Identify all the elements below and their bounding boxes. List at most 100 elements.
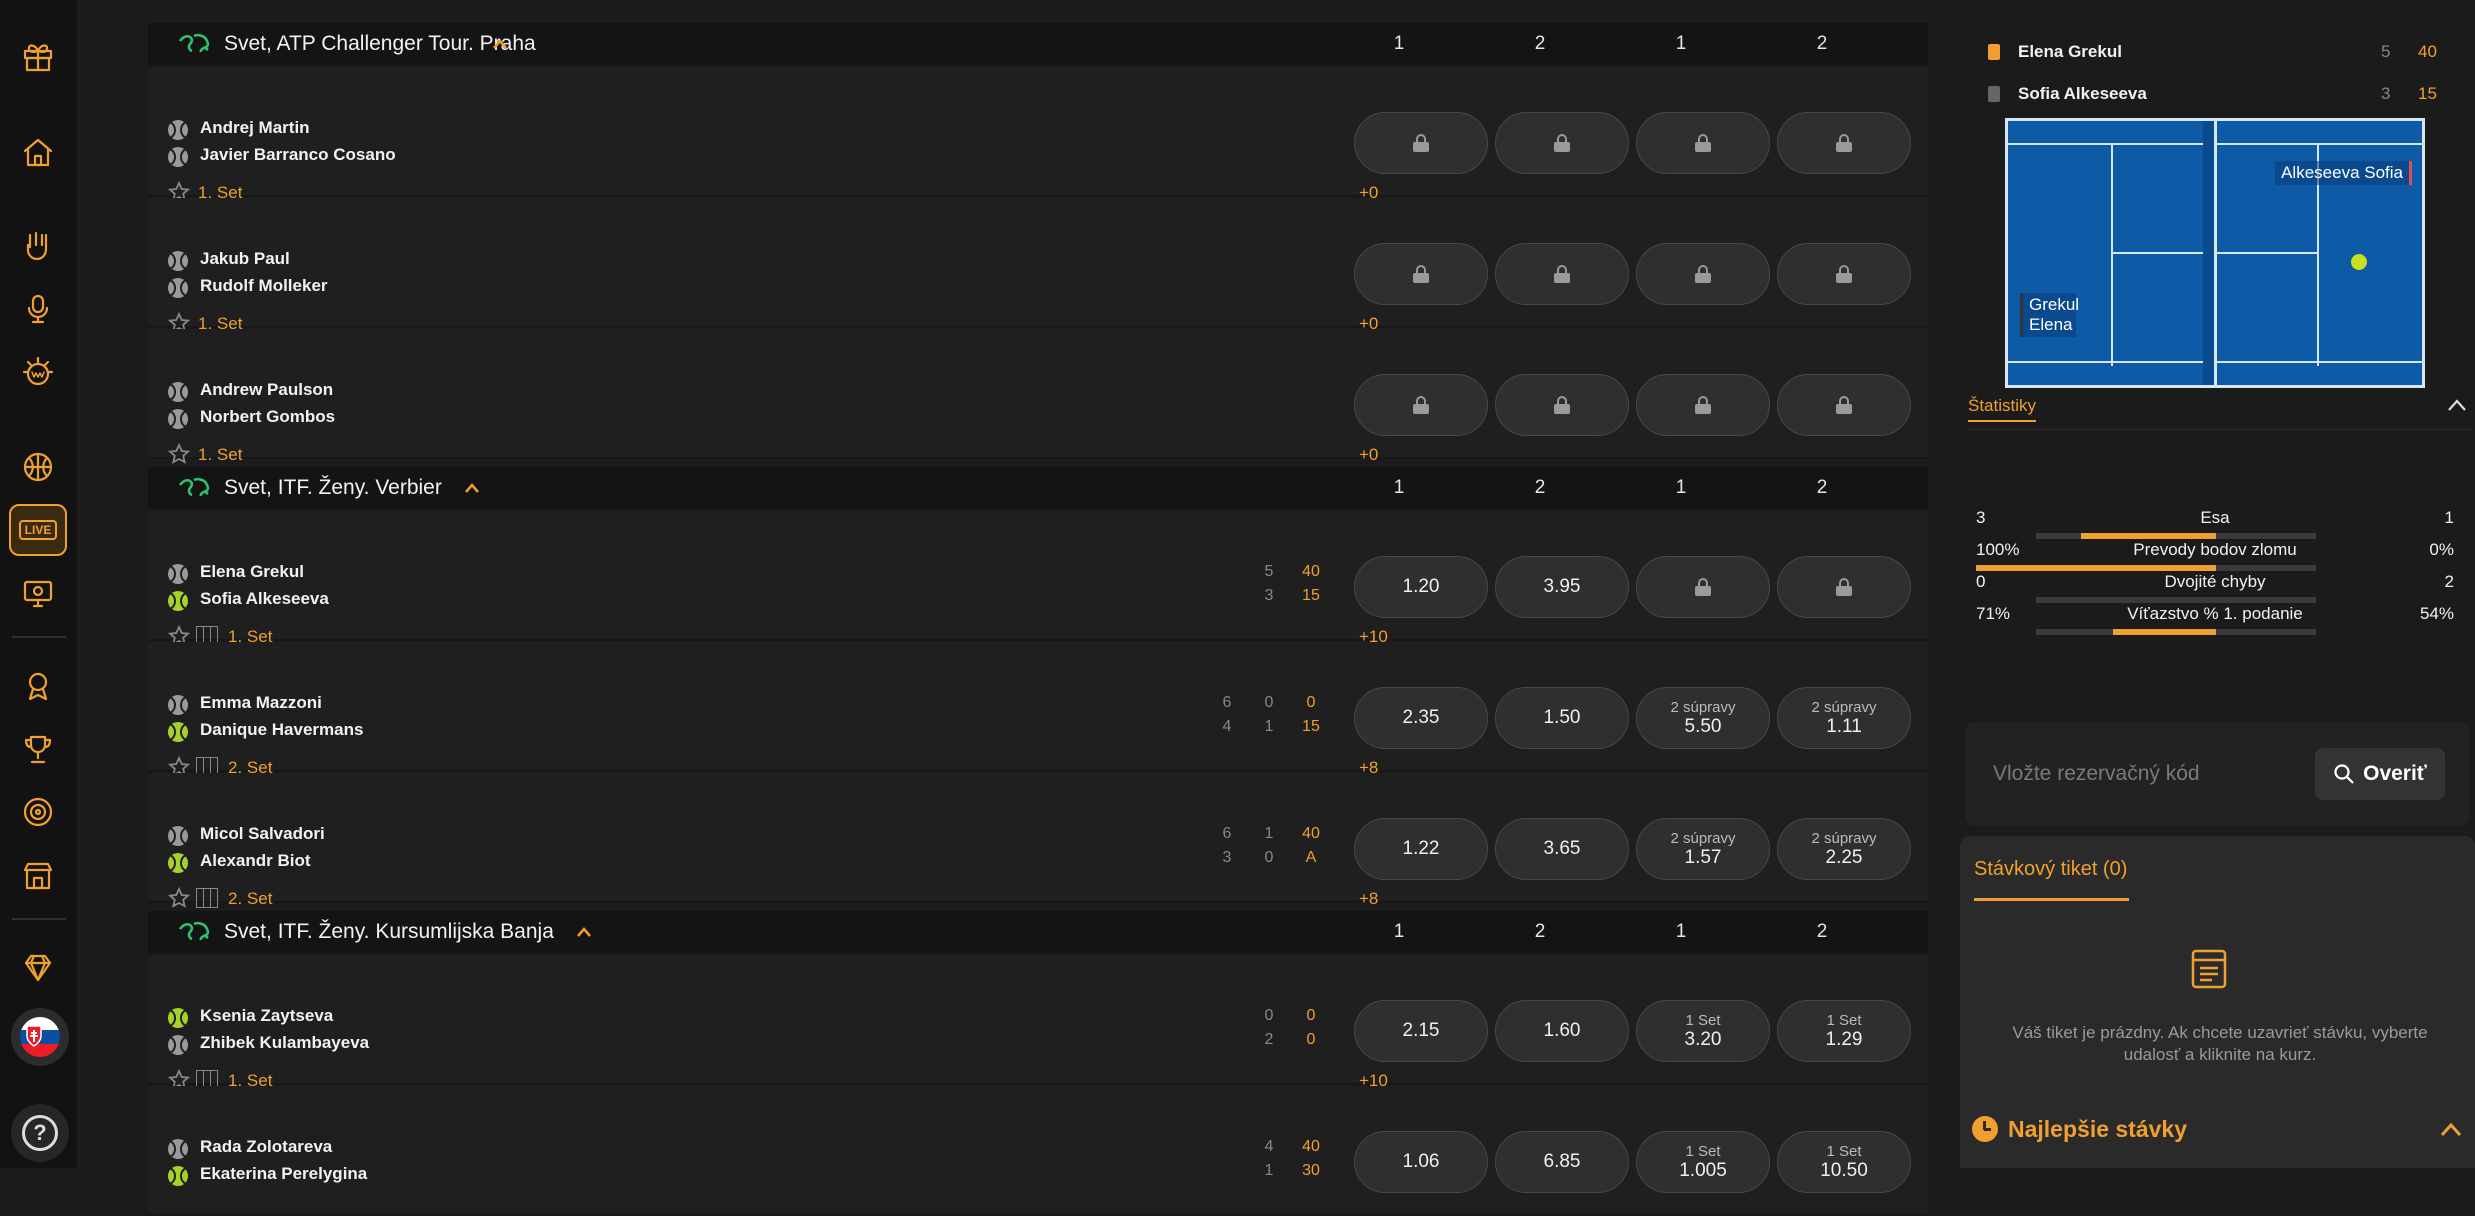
chevron-up-icon[interactable] [2447, 398, 2467, 412]
event-row[interactable]: Rada Zolotareva Ekaterina Perelygina 4 40 1 3… [148, 1086, 1928, 1216]
player-1-name[interactable]: Emma Mazzoni [200, 693, 322, 713]
player-2-name[interactable]: Javier Barranco Cosano [200, 145, 396, 165]
chevron-up-icon[interactable] [492, 38, 508, 50]
odd-value: 3.95 [1543, 576, 1581, 597]
diamond-icon[interactable] [9, 942, 67, 994]
basketball-icon[interactable] [9, 441, 67, 493]
player-2-name[interactable]: Norbert Gombos [200, 407, 335, 427]
favorite-star-icon[interactable] [167, 886, 191, 909]
player-1-name[interactable]: Elena Grekul [200, 562, 304, 582]
league-header[interactable]: Svet, ITF. Ženy. Verbier 1 2 1 2 [148, 467, 1928, 509]
league-header[interactable]: Svet, ATP Challenger Tour. Praha 1 2 1 2 [148, 23, 1928, 65]
chevron-up-icon[interactable] [2439, 1120, 2463, 1138]
player-1-name[interactable]: Andrew Paulson [200, 380, 333, 400]
odds-button[interactable]: 2 súpravy 1.57 [1636, 818, 1770, 880]
odds-button[interactable]: 1 Set 1.005 [1636, 1131, 1770, 1193]
lock-icon [1554, 396, 1570, 414]
event-row[interactable]: Elena Grekul Sofia Alkeseeva 1. Set 5 40 3 15 1… [148, 511, 1928, 646]
chevron-up-icon[interactable] [464, 482, 480, 494]
tennis-ball-icon [156, 120, 200, 140]
odds-button[interactable]: 1.50 [1495, 687, 1629, 749]
statistics-header[interactable]: Štatistiky [1968, 392, 2473, 430]
court-stats-icon[interactable] [196, 888, 218, 908]
odd-value: 2.15 [1402, 1020, 1440, 1041]
favorite-star-icon[interactable] [167, 442, 191, 465]
odd-label: 2 súpravy [1670, 698, 1736, 716]
booking-code-input[interactable]: Vložte rezervačný kód [1993, 762, 2200, 786]
odds-column-header: 2 [1534, 33, 1546, 54]
microphone-icon[interactable] [9, 283, 67, 335]
odds-button[interactable]: 1 Set 1.29 [1777, 1000, 1911, 1062]
best-bets-header[interactable]: Najlepšie stávky [1960, 1106, 2475, 1154]
odds-button[interactable]: 1 Set 10.50 [1777, 1131, 1911, 1193]
player-2-name[interactable]: Danique Havermans [200, 720, 363, 740]
event-row[interactable]: Micol Salvadori Alexandr Biot 2. Set 6 1 40 3 0… [148, 773, 1928, 908]
event-row[interactable]: Ksenia Zaytseva Zhibek Kulambayeva 1. Set 0… [148, 955, 1928, 1090]
odds-button[interactable]: 2 súpravy 5.50 [1636, 687, 1770, 749]
odds-button[interactable]: 1.20 [1354, 556, 1488, 618]
more-markets-link[interactable]: +0 [1359, 445, 1378, 465]
lock-icon [1836, 265, 1852, 283]
player-1-name[interactable]: Rada Zolotareva [200, 1137, 332, 1157]
odd-label: 2 súpravy [1811, 829, 1877, 847]
stat-bar-away [2216, 565, 2316, 571]
odd-value: 3.20 [1684, 1028, 1722, 1050]
odds-button[interactable]: 1 Set 3.20 [1636, 1000, 1770, 1062]
gift-icon[interactable] [9, 30, 67, 82]
player-2-name[interactable]: Ekaterina Perelygina [200, 1164, 367, 1184]
event-row[interactable]: Emma Mazzoni Danique Havermans 2. Set 6 0 0 4 1… [148, 642, 1928, 777]
lock-icon [1554, 265, 1570, 283]
player-1-name[interactable]: Micol Salvadori [200, 824, 325, 844]
event-row[interactable]: Andrew Paulson Norbert Gombos 1. Set +0 [148, 329, 1928, 464]
odds-button[interactable]: 6.85 [1495, 1131, 1629, 1193]
player-1-name[interactable]: Jakub Paul [200, 249, 290, 269]
store-icon[interactable] [9, 850, 67, 902]
odds-button [1354, 374, 1488, 436]
odds-column-header: 2 [1816, 33, 1828, 54]
player-2-name[interactable]: Rudolf Molleker [200, 276, 328, 296]
lock-icon [1695, 134, 1711, 152]
odds-button[interactable]: 1.60 [1495, 1000, 1629, 1062]
odds-button[interactable]: 1.22 [1354, 818, 1488, 880]
verify-button[interactable]: Overiť [2315, 748, 2445, 800]
bet-slip-tab[interactable]: Stávkový tiket (0) [1974, 858, 2130, 901]
event-row[interactable]: Andrej Martin Javier Barranco Cosano 1. Se… [148, 67, 1928, 202]
player-2-name[interactable]: Alexandr Biot [200, 851, 311, 871]
odds-button[interactable]: 3.95 [1495, 556, 1629, 618]
rock-hand-icon[interactable] [9, 219, 67, 271]
player-2-name[interactable]: Sofia Alkeseeva [200, 589, 329, 609]
award-icon[interactable] [9, 660, 67, 712]
player-1-name[interactable]: Ksenia Zaytseva [200, 1006, 333, 1026]
lock-icon [1554, 134, 1570, 152]
odds-button [1495, 374, 1629, 436]
event-row[interactable]: Jakub Paul Rudolf Molleker 1. Set +0 [148, 198, 1928, 333]
win-badge-icon[interactable] [9, 346, 67, 398]
lock-icon [1695, 578, 1711, 596]
right-panel: Elena Grekul 5 40 Sofia Alkeseeva 3 15 A… [1960, 0, 2475, 1168]
set-score: 3 [1222, 849, 1232, 866]
player-1-name[interactable]: Andrej Martin [200, 118, 310, 138]
more-markets-link[interactable]: +8 [1359, 889, 1378, 909]
stat-label: Dvojité chyby [2164, 572, 2266, 591]
set-score: 0 [1264, 694, 1274, 711]
points-score: 15 [2418, 84, 2437, 103]
odds-button[interactable]: 2.15 [1354, 1000, 1488, 1062]
odds-button[interactable]: 2.35 [1354, 687, 1488, 749]
help-button[interactable]: ? [11, 1104, 69, 1162]
league-header[interactable]: Svet, ITF. Ženy. Kursumlijska Banja 1 2 1 2 [148, 911, 1928, 953]
trophy-icon[interactable] [9, 723, 67, 775]
odds-button[interactable]: 2 súpravy 1.11 [1777, 687, 1911, 749]
odd-value: 1.005 [1679, 1159, 1727, 1181]
live-icon[interactable]: LIVE [9, 504, 67, 556]
chevron-up-icon[interactable] [576, 926, 592, 938]
odds-button[interactable]: 2 súpravy 2.25 [1777, 818, 1911, 880]
lock-icon [1836, 134, 1852, 152]
odds-button[interactable]: 3.65 [1495, 818, 1629, 880]
language-flag-sk[interactable] [11, 1008, 69, 1066]
target-icon[interactable] [9, 786, 67, 838]
home-icon[interactable] [9, 126, 67, 178]
player-2-name[interactable]: Zhibek Kulambayeva [200, 1033, 369, 1053]
odds-button[interactable]: 1.06 [1354, 1131, 1488, 1193]
tv-sport-icon[interactable] [9, 567, 67, 619]
points-score: 40 [2418, 42, 2437, 61]
